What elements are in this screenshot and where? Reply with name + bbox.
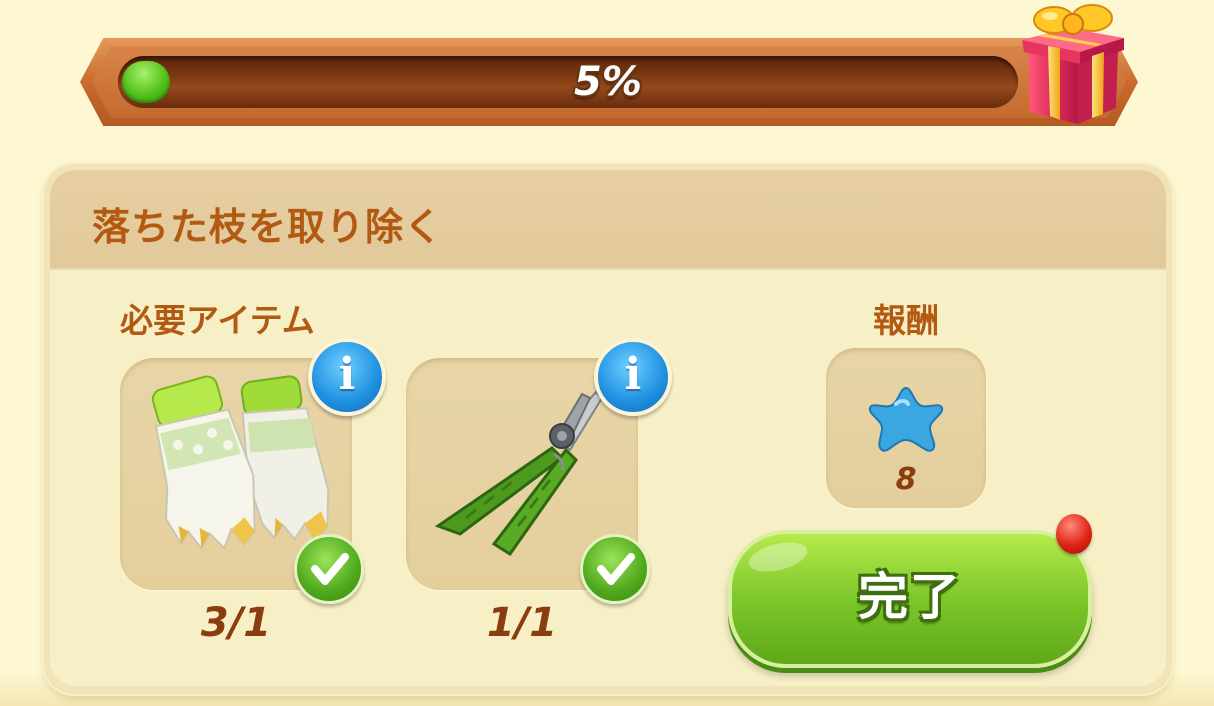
reward-label: 報酬 (873, 301, 939, 340)
progress-percent: 5% (574, 59, 642, 105)
check-badge-pruning-shears (580, 534, 650, 604)
reward-value: 8 (895, 462, 917, 497)
complete-button[interactable]: 完了 (728, 530, 1092, 668)
item-count-gloves: 3/1 (200, 600, 272, 646)
checkmark-icon (597, 553, 635, 585)
complete-button-label: 完了 (858, 568, 962, 626)
task-title: 落ちた枝を取り除く (92, 205, 444, 249)
gift-box-icon[interactable] (1018, 0, 1128, 128)
checkmark-icon (311, 553, 349, 585)
required-items-label: 必要アイテム (120, 301, 315, 340)
check-badge-gloves (294, 534, 364, 604)
item-count-pruning-shears: 1/1 (486, 600, 558, 646)
info-icon: i (624, 349, 642, 400)
info-icon: i (338, 349, 356, 400)
info-button-pruning-shears[interactable]: i (594, 338, 672, 416)
notification-dot-icon (1056, 514, 1092, 554)
info-button-gloves[interactable]: i (308, 338, 386, 416)
